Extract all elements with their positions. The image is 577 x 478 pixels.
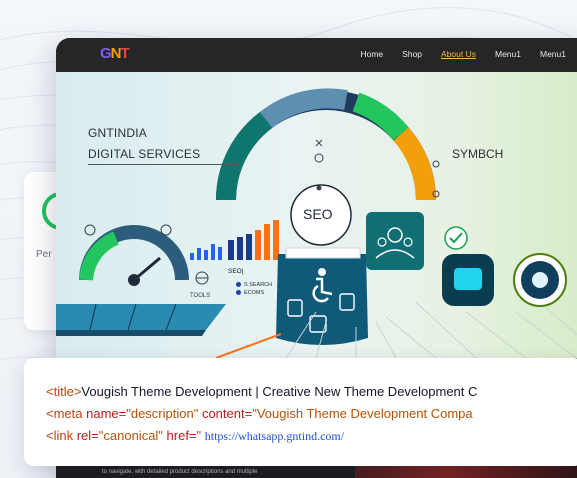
hero-title-line1: GNTINDIA — [88, 126, 147, 140]
hero-title-underline — [88, 164, 238, 165]
code-line-meta: <meta name="description" content="Vougis… — [46, 406, 473, 421]
site-navbar: GNT Home Shop About Us Menu1 Menu1 — [56, 38, 577, 72]
hero-banner: GNTINDIA DIGITAL SERVICES SYMBCH SEO SEO… — [56, 72, 577, 358]
accessibility-icon — [276, 247, 368, 345]
tools-icon — [195, 271, 209, 285]
legend-item: S SEARCH — [236, 282, 272, 288]
nav-shop[interactable]: Shop — [402, 49, 422, 59]
seo-code-snippet-card: <title>Vougish Theme Development | Creat… — [24, 358, 577, 466]
tools-label: TOOLS — [190, 293, 211, 299]
site-logo[interactable]: GNT — [100, 45, 130, 62]
hero-title-line2: DIGITAL SERVICES — [88, 147, 201, 161]
nav-menu1-second[interactable]: Menu1 — [540, 49, 566, 59]
code-line-title: <title>Vougish Theme Development | Creat… — [46, 384, 478, 399]
seo-small-label: SEO| — [228, 268, 244, 275]
bar-chart-icon — [190, 220, 279, 260]
nav-home[interactable]: Home — [360, 49, 383, 59]
check-icon — [444, 226, 468, 250]
team-card-icon — [366, 212, 424, 270]
feature-tile-icons — [442, 253, 567, 307]
stats-label: Per — [36, 249, 52, 260]
hero-right-title: SYMBCH — [452, 147, 504, 161]
nav-links: Home Shop About Us Menu1 Menu1 — [360, 49, 566, 59]
speedometer-icon — [79, 224, 189, 286]
platform-tiles-icon — [56, 303, 226, 336]
nav-about-us[interactable]: About Us — [441, 49, 476, 59]
code-line-link: <link rel="canonical" href=" https://wha… — [46, 428, 345, 443]
lower-description-text: to navigate, with detailed product descr… — [102, 469, 258, 475]
legend-dot-icon — [236, 290, 241, 296]
legend-item: ECOMS — [236, 290, 264, 296]
nav-menu1[interactable]: Menu1 — [495, 49, 521, 59]
legend-dot-icon — [236, 282, 241, 288]
canonical-url-link[interactable]: https://whatsapp.gntind.com/ — [205, 429, 344, 443]
seo-gauge-label: SEO — [303, 206, 333, 222]
